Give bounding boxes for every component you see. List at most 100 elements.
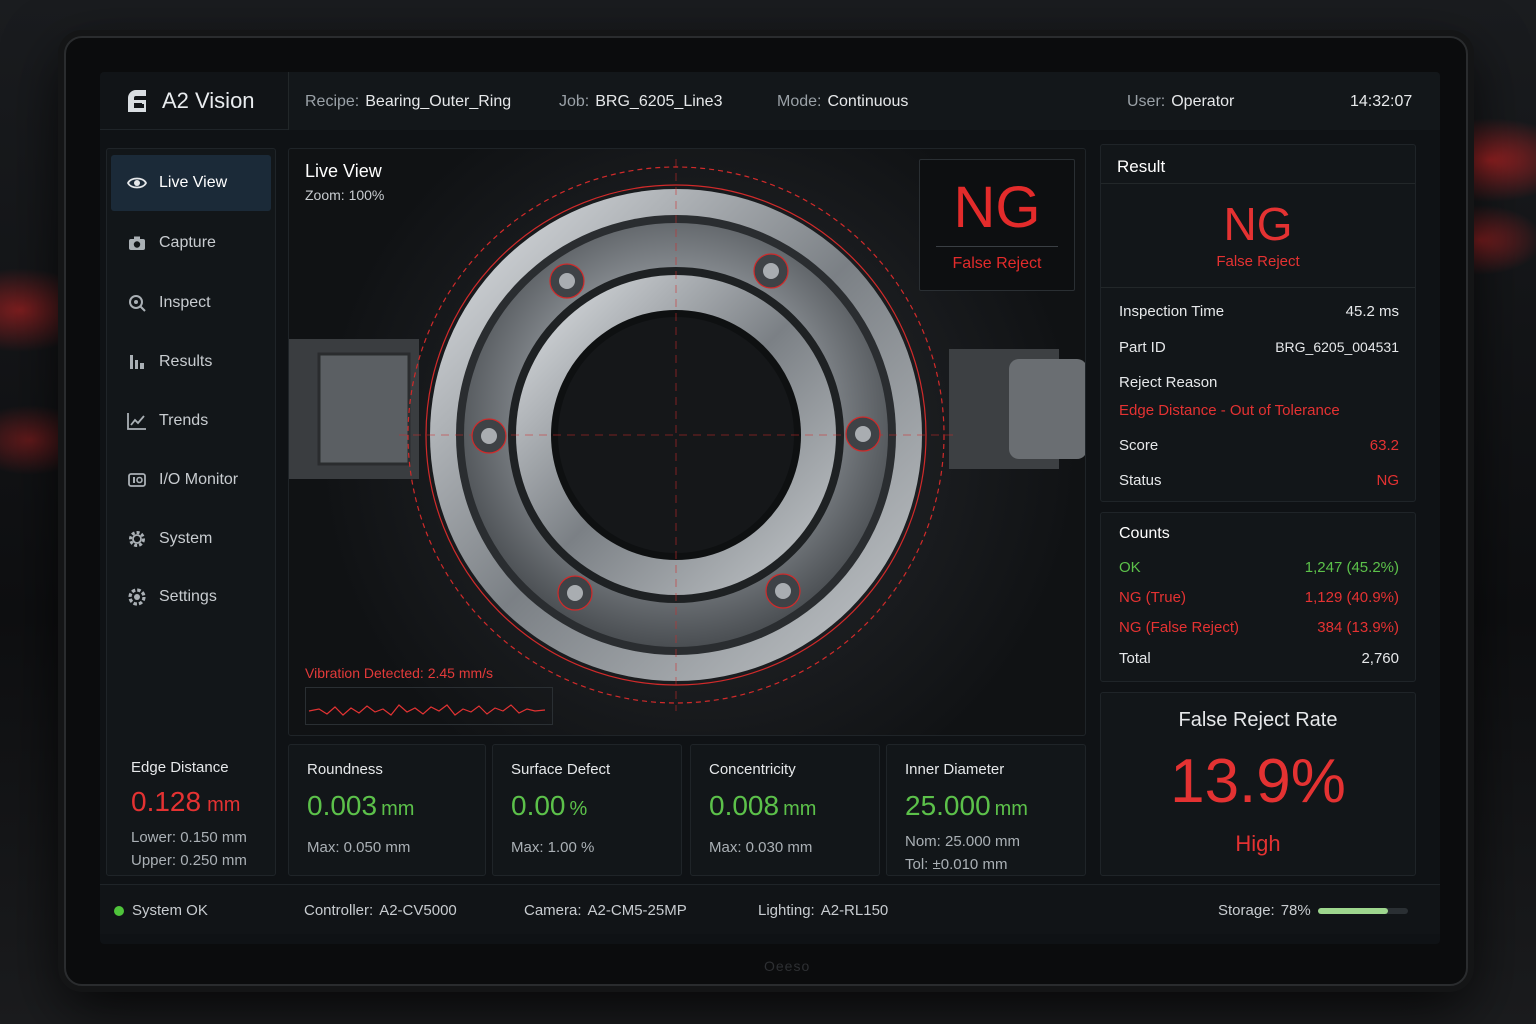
counts-title: Counts <box>1119 525 1170 542</box>
inner-diameter-title: Inner Diameter <box>905 761 1005 778</box>
storage-info: Storage: 78% <box>1218 902 1311 919</box>
trend-icon <box>127 411 147 431</box>
mode-label: Mode: <box>777 93 822 110</box>
settings-gear-icon <box>127 587 147 607</box>
status-row: Status NG <box>1119 472 1399 489</box>
count-ok-label: OK <box>1119 559 1141 576</box>
user-label: User: <box>1127 93 1166 110</box>
metric-card-surface-defect: Surface Defect 0.00% Max: 1.00 % <box>492 744 682 876</box>
mode-info[interactable]: Mode: Continuous <box>777 93 908 111</box>
ng-result-label: NG <box>953 175 1041 240</box>
recipe-value: Bearing_Outer_Ring <box>365 93 512 110</box>
vibration-waveform <box>305 687 553 725</box>
sidebar-item-label: Capture <box>159 234 216 251</box>
app-name: A2 Vision <box>162 88 255 113</box>
reject-reason-row: Reject Reason <box>1119 374 1399 391</box>
sidebar: Live View Capture Inspect Results Trends <box>106 148 276 876</box>
count-total-label: Total <box>1119 650 1151 667</box>
sidebar-item-label: I/O Monitor <box>159 471 239 488</box>
eye-icon <box>127 173 147 193</box>
sidebar-item-system[interactable]: System <box>111 511 271 567</box>
storage-bar-fill <box>1318 908 1389 914</box>
storage-label: Storage: <box>1218 902 1275 919</box>
controller-label: Controller: <box>304 902 374 919</box>
divider <box>936 246 1058 247</box>
false-reject-rate-title: False Reject Rate <box>1178 709 1338 731</box>
job-value: BRG_6205_Line3 <box>595 93 723 110</box>
edge-distance-lower: Lower: 0.150 mm <box>131 829 247 846</box>
system-status: System OK <box>114 902 208 919</box>
sidebar-item-label: Trends <box>159 412 209 429</box>
sidebar-item-capture[interactable]: Capture <box>111 215 271 271</box>
recipe-label: Recipe: <box>305 93 360 110</box>
counts-panel: Counts OK 1,247 (45.2%) NG (True) 1,129 (4… <box>1100 512 1416 682</box>
roundness-max: Max: 0.050 mm <box>307 839 411 856</box>
controller-info: Controller: A2-CV5000 <box>304 902 457 919</box>
mode-value: Continuous <box>827 93 909 110</box>
lighting-label: Lighting: <box>758 902 815 919</box>
inspection-time-row: Inspection Time 45.2 ms <box>1119 303 1399 320</box>
roundness-value-row: 0.003 mm <box>307 790 467 825</box>
score-row: Score 63.2 <box>1119 437 1399 454</box>
result-ng: NG <box>1223 198 1293 250</box>
inner-diameter-tolerance: Tol: ±0.010 mm <box>905 856 1008 873</box>
edge-distance-value: 0.128 <box>131 786 202 817</box>
status-bar: System OK Controller: A2-CV5000 Camera: A2… <box>100 884 1440 934</box>
inspection-time-label: Inspection Time <box>1119 303 1225 320</box>
recipe-info[interactable]: Recipe: Bearing_Outer_Ring <box>305 93 511 111</box>
system-status-text: System OK <box>132 902 208 919</box>
part-id-label: Part ID <box>1119 339 1166 356</box>
live-view-title: Live View <box>305 161 382 181</box>
part-id-row: Part ID BRG_6205_004531 <box>1119 339 1399 356</box>
magnifier-icon <box>127 293 147 313</box>
app-logo: A2 Vision <box>124 86 255 116</box>
edge-distance-title: Edge Distance <box>131 759 229 776</box>
concentricity-unit: mm <box>783 798 817 820</box>
count-ng-false-label: NG (False Reject) <box>1119 619 1240 636</box>
sidebar-item-inspect[interactable]: Inspect <box>111 275 271 331</box>
edge-distance-unit: mm <box>207 794 241 816</box>
screen: A2 Vision Recipe: Bearing_Outer_Ring Job:… <box>100 72 1440 944</box>
result-sub: False Reject <box>1216 253 1300 270</box>
metric-card-roundness: Roundness 0.003 mm Max: 0.050 mm <box>288 744 486 876</box>
surface-defect-max: Max: 1.00 % <box>511 839 595 856</box>
header-info: Recipe: Bearing_Outer_Ring Job: BRG_6205_L… <box>288 72 1440 130</box>
concentricity-title: Concentricity <box>709 761 796 778</box>
user-info[interactable]: User: Operator <box>1127 93 1234 111</box>
header: A2 Vision Recipe: Bearing_Outer_Ring Job:… <box>100 72 1440 130</box>
sidebar-item-label: System <box>159 530 213 547</box>
count-ng-false-row: NG (False Reject) 384 (13.9%) <box>1119 619 1399 636</box>
live-view-panel[interactable]: Live View Zoom: 100% NG False Reject Vib… <box>288 148 1086 736</box>
surface-defect-value: 0.00 <box>511 790 566 821</box>
result-title: Result <box>1117 157 1166 176</box>
sidebar-item-settings[interactable]: Settings <box>111 569 271 625</box>
sidebar-item-trends[interactable]: Trends <box>111 393 271 449</box>
status-value: NG <box>1376 472 1400 489</box>
metric-card-concentricity: Concentricity 0.008 mm Max: 0.030 mm <box>690 744 880 876</box>
score-label: Score <box>1119 437 1159 454</box>
count-total-value: 2,760 <box>1361 650 1399 667</box>
status-dot-icon <box>114 906 124 916</box>
user-value: Operator <box>1171 93 1235 110</box>
inner-diameter-nominal: Nom: 25.000 mm <box>905 833 1021 850</box>
sidebar-item-live-view[interactable]: Live View <box>111 155 271 211</box>
count-total-row: Total 2,760 <box>1119 650 1399 667</box>
concentricity-max: Max: 0.030 mm <box>709 839 813 856</box>
surface-defect-value-row: 0.00% <box>511 790 663 825</box>
camera-value: A2-CM5-25MP <box>587 902 687 919</box>
reject-reason-value-row: Edge Distance - Out of Tolerance <box>1119 402 1399 419</box>
concentricity-value: 0.008 <box>709 790 780 821</box>
inspection-time-value: 45.2 ms <box>1345 303 1399 320</box>
false-reject-rate-panel: False Reject Rate 13.9% High <box>1100 692 1416 876</box>
sidebar-item-io-monitor[interactable]: I/O Monitor <box>111 452 271 508</box>
result-panel: Result NG False Reject Inspection Time 45… <box>1100 144 1416 502</box>
zoom-level: Zoom: 100% <box>305 187 385 203</box>
camera-label: Camera: <box>524 902 582 919</box>
sidebar-item-results[interactable]: Results <box>111 334 271 390</box>
sidebar-item-label: Inspect <box>159 294 211 311</box>
false-reject-rate-value: 13.9% <box>1170 747 1346 816</box>
ng-result-box: NG False Reject <box>919 159 1075 291</box>
job-info[interactable]: Job: BRG_6205_Line3 <box>559 93 722 111</box>
surface-defect-title: Surface Defect <box>511 761 611 778</box>
metric-card-inner-diameter: Inner Diameter 25.000 mm Nom: 25.000 mm T… <box>886 744 1086 876</box>
